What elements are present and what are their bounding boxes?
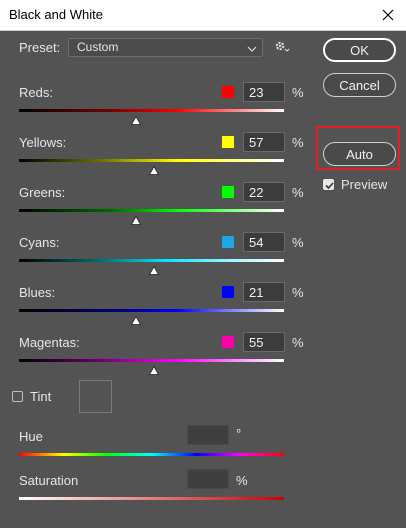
- slider-thumb-icon[interactable]: [130, 212, 141, 225]
- preview-label: Preview: [341, 177, 388, 192]
- saturation-label: Saturation: [19, 473, 79, 488]
- saturation-unit: %: [236, 473, 248, 488]
- slider-thumb-icon[interactable]: [130, 312, 141, 325]
- hue-label: Hue: [19, 429, 43, 444]
- blues-value-field[interactable]: 21: [243, 282, 285, 302]
- greens-swatch: [222, 186, 234, 198]
- tint-label: Tint: [30, 389, 52, 404]
- blues-label: Blues:: [19, 285, 56, 300]
- slider-thumb-icon[interactable]: [130, 112, 141, 125]
- slider-thumb-icon[interactable]: [148, 362, 160, 375]
- preset-value: Custom: [77, 40, 119, 54]
- blues-swatch: [222, 286, 234, 298]
- title-bar: Black and White: [0, 0, 406, 31]
- greens-track[interactable]: [19, 209, 284, 212]
- magentas-swatch: [222, 336, 234, 348]
- reds-track[interactable]: [19, 109, 284, 112]
- yellows-unit: %: [292, 135, 304, 150]
- tint-color-picker[interactable]: [79, 380, 112, 413]
- check-icon: [325, 182, 334, 190]
- reds-value-field[interactable]: 23: [243, 82, 285, 102]
- cancel-button[interactable]: Cancel: [323, 73, 396, 97]
- magentas-value-field[interactable]: 55: [243, 332, 285, 352]
- cyans-value-field[interactable]: 54: [243, 232, 285, 252]
- greens-unit: %: [292, 185, 304, 200]
- chevron-down-icon: [247, 42, 257, 56]
- blues-unit: %: [292, 285, 304, 300]
- tint-checkbox[interactable]: [12, 391, 23, 402]
- reds-label: Reds:: [19, 85, 53, 100]
- slider-thumb-icon[interactable]: [148, 262, 160, 275]
- saturation-track[interactable]: [19, 497, 284, 500]
- window-title: Black and White: [9, 7, 103, 22]
- auto-button[interactable]: Auto: [323, 142, 396, 166]
- gear-icon[interactable]: [274, 40, 290, 59]
- preview-checkbox[interactable]: [323, 179, 334, 190]
- slider-thumb-icon[interactable]: [148, 162, 160, 175]
- yellows-value-field[interactable]: 57: [243, 132, 285, 152]
- reds-swatch: [222, 86, 234, 98]
- cyans-label: Cyans:: [19, 235, 60, 250]
- blues-track[interactable]: [19, 309, 284, 312]
- greens-value-field[interactable]: 22: [243, 182, 285, 202]
- preset-label: Preset:: [19, 40, 61, 55]
- hue-unit: °: [236, 426, 242, 441]
- saturation-value-field[interactable]: [187, 469, 229, 489]
- yellows-label: Yellows:: [19, 135, 67, 150]
- close-icon[interactable]: [376, 3, 400, 27]
- hue-value-field[interactable]: [187, 425, 229, 445]
- ok-button[interactable]: OK: [323, 38, 396, 62]
- magentas-label: Magentas:: [19, 335, 80, 350]
- yellows-swatch: [222, 136, 234, 148]
- greens-label: Greens:: [19, 185, 66, 200]
- cyans-unit: %: [292, 235, 304, 250]
- hue-track[interactable]: [19, 453, 284, 456]
- reds-unit: %: [292, 85, 304, 100]
- preset-dropdown[interactable]: Custom: [68, 38, 263, 57]
- cyans-swatch: [222, 236, 234, 248]
- magentas-unit: %: [292, 335, 304, 350]
